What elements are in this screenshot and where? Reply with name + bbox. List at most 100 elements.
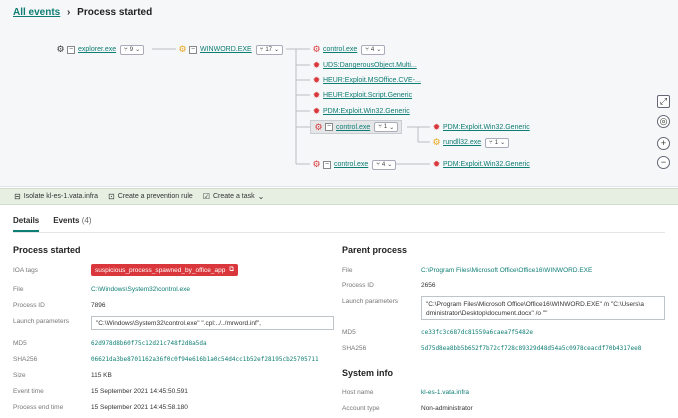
md5-value[interactable]: 62d978d8b60f75c12d21c748f2d8a5da (91, 340, 207, 347)
node-name[interactable]: control.exe (323, 46, 357, 53)
tab-details-label: Details (13, 216, 40, 225)
gear-alert-icon: ⚙ (312, 159, 321, 169)
child-count-dropdown[interactable]: ⑂ 1 ⌄ (485, 137, 510, 148)
parent-launch-params-box[interactable]: "C:\Program Files\Microsoft Office\Offic… (421, 296, 665, 320)
file-label: File (13, 286, 24, 293)
node-name[interactable]: PDM:Exploit.Win32.Generic (443, 124, 530, 131)
collapse-icon[interactable]: − (325, 123, 333, 131)
tab-details[interactable]: Details (13, 216, 40, 232)
node-name[interactable]: rundll32.exe (443, 139, 481, 146)
parent-sha256-value[interactable]: 5d75d8ea8bb5b652f7b72cf728c89329d48d54a5… (421, 345, 641, 352)
create-prevention-rule-button[interactable]: ⊡ Create a prevention rule (108, 192, 193, 201)
tree-node-rundll32[interactable]: ⚙ rundll32.exe ⑂ 1 ⌄ (432, 136, 510, 149)
process-id-value: 7896 (91, 302, 106, 309)
parent-launch-params-line-1: "C:\Program Files\Microsoft Office\Offic… (426, 301, 644, 308)
branch-icon: ⑂ (376, 161, 380, 168)
center-icon[interactable]: ◎ (657, 115, 670, 128)
task-icon: ☑ (202, 192, 210, 201)
child-count-dropdown[interactable]: ⑂ 1 ⌄ (374, 122, 399, 132)
child-count-dropdown[interactable]: ⑂ 17 ⌄ (255, 44, 284, 55)
create-task-button[interactable]: ☑ Create a task ⌄ (203, 192, 265, 201)
tree-node-control-3[interactable]: ⚙ − control.exe ⑂ 4 ⌄ (312, 158, 397, 171)
event-time-label: Event time (13, 388, 44, 395)
tree-node-explorer[interactable]: ⚙ − explorer.exe ⑂ 9 ⌄ (56, 43, 145, 56)
tree-node-winword[interactable]: ⚙ − WINWORD.EXE ⑂ 17 ⌄ (178, 43, 284, 56)
ioa-tag-badge[interactable]: suspicious_process_spawned_by_office_app… (91, 264, 238, 276)
zoom-in-icon[interactable]: + (657, 137, 670, 150)
isolate-host-button[interactable]: ⊟ Isolate kl-es-1.vata.infra (14, 192, 98, 201)
collapse-icon[interactable]: − (323, 160, 331, 169)
md5-label: MD5 (13, 340, 27, 347)
action-bar: ⊟ Isolate kl-es-1.vata.infra ⊡ Create a … (0, 188, 678, 205)
chevron-down-icon: ⌄ (135, 47, 141, 53)
tab-events[interactable]: Events (4) (53, 216, 91, 232)
tree-node-detection-heur-msoffice[interactable]: ✹ HEUR:Exploit.MSOffice.CVE-... (312, 74, 421, 87)
node-name[interactable]: control.exe (336, 124, 370, 131)
event-time-value: 15 September 2021 14:45:50.591 (91, 388, 188, 395)
node-name[interactable]: explorer.exe (78, 46, 116, 53)
node-name[interactable]: PDM:Exploit.Win32.Generic (443, 161, 530, 168)
chevron-down-icon: ⌄ (389, 124, 395, 131)
gear-alert-icon: ⚙ (312, 44, 321, 54)
parent-file-value[interactable]: C:\Program Files\Microsoft Office\Office… (421, 267, 592, 274)
parent-md5-value[interactable]: ce33fc3c687dc81559a6caea7f5482e (421, 329, 533, 336)
node-name[interactable]: WINWORD.EXE (200, 46, 252, 53)
process-tree-panel: All events › Process started ⚙ − explore… (0, 0, 678, 187)
account-type-value: Non-administrator (421, 405, 473, 412)
process-id-label: Process ID (13, 302, 45, 309)
child-count-dropdown[interactable]: ⑂ 4 ⌄ (361, 44, 386, 55)
branch-icon: ⑂ (124, 46, 128, 53)
bug-icon: ✹ (432, 122, 441, 132)
launch-params-label: Launch parameters (13, 318, 70, 325)
tree-node-detection-pdm-3[interactable]: ✹ PDM:Exploit.Win32.Generic (432, 158, 530, 171)
chevron-down-icon: ⌄ (387, 162, 393, 168)
fit-to-screen-icon[interactable]: ⤢ (657, 95, 670, 108)
file-value[interactable]: C:\Windows\System32\control.exe (91, 286, 190, 293)
child-count-dropdown[interactable]: ⑂ 4 ⌄ (372, 159, 397, 170)
prevention-icon: ⊡ (108, 192, 115, 201)
gear-warning-icon: ⚙ (178, 44, 187, 54)
tree-node-detection-uds[interactable]: ✹ UDS:DangerousObject.Multi... (312, 59, 417, 72)
parent-launch-params-label: Launch parameters (342, 298, 399, 305)
parent-sha256-label: SHA256 (342, 345, 367, 352)
node-name[interactable]: HEUR:Exploit.MSOffice.CVE-... (323, 77, 421, 84)
chevron-down-icon: ⌄ (500, 140, 506, 146)
tab-divider (13, 232, 665, 233)
branch-icon: ⑂ (259, 46, 264, 53)
parent-section-title: Parent process (342, 245, 408, 255)
count-value: 4 (381, 161, 386, 168)
chevron-down-icon: ⌄ (274, 47, 280, 53)
prevention-label: Create a prevention rule (117, 193, 193, 200)
tree-node-control-2-selected[interactable]: ⚙ − control.exe ⑂ 1 ⌄ (310, 120, 403, 134)
gear-icon: ⚙ (56, 44, 65, 54)
node-name[interactable]: PDM:Exploit.Win32.Generic (323, 108, 410, 115)
count-value: 1 (383, 124, 388, 130)
launch-params-box[interactable]: "C:\Windows\System32\control.exe" ".cpl:… (91, 316, 334, 330)
bug-icon: ✹ (312, 106, 321, 116)
system-info-title: System info (342, 368, 394, 378)
node-name[interactable]: control.exe (334, 161, 368, 168)
count-value: 4 (370, 46, 375, 53)
tree-node-detection-pdm-2[interactable]: ✹ PDM:Exploit.Win32.Generic (432, 121, 530, 134)
ioa-tag-text: suspicious_process_spawned_by_office_app (95, 266, 226, 274)
collapse-icon[interactable]: − (189, 45, 197, 54)
tree-node-control-1[interactable]: ⚙ control.exe ⑂ 4 ⌄ (312, 43, 386, 56)
sha256-label: SHA256 (13, 356, 38, 363)
tree-node-detection-heur-script[interactable]: ✹ HEUR:Exploit.Script.Generic (312, 89, 412, 102)
child-count-dropdown[interactable]: ⑂ 9 ⌄ (120, 44, 145, 55)
ioa-tags-label: IOA tags (13, 267, 38, 274)
gear-alert-icon: ⚙ (314, 121, 323, 132)
process-end-time-label: Process end time (13, 404, 64, 411)
tab-events-label: Events (53, 216, 80, 225)
external-link-icon: ⧉ (229, 266, 234, 273)
node-name[interactable]: UDS:DangerousObject.Multi... (323, 62, 417, 69)
parent-launch-params-line-2: dministrator\Desktop\document.docx" /o "… (426, 310, 548, 317)
collapse-icon[interactable]: − (67, 45, 75, 54)
zoom-out-icon[interactable]: − (657, 156, 670, 169)
sha256-value[interactable]: 06621da3be8701162a36f0c0f94e616b1a0c54d4… (91, 356, 319, 363)
node-name[interactable]: HEUR:Exploit.Script.Generic (323, 92, 412, 99)
branch-icon: ⑂ (365, 46, 369, 53)
tree-node-detection-pdm-1[interactable]: ✹ PDM:Exploit.Win32.Generic (312, 105, 410, 118)
count-value: 1 (494, 139, 499, 146)
host-name-value[interactable]: kl-es-1.vata.infra (421, 389, 469, 396)
